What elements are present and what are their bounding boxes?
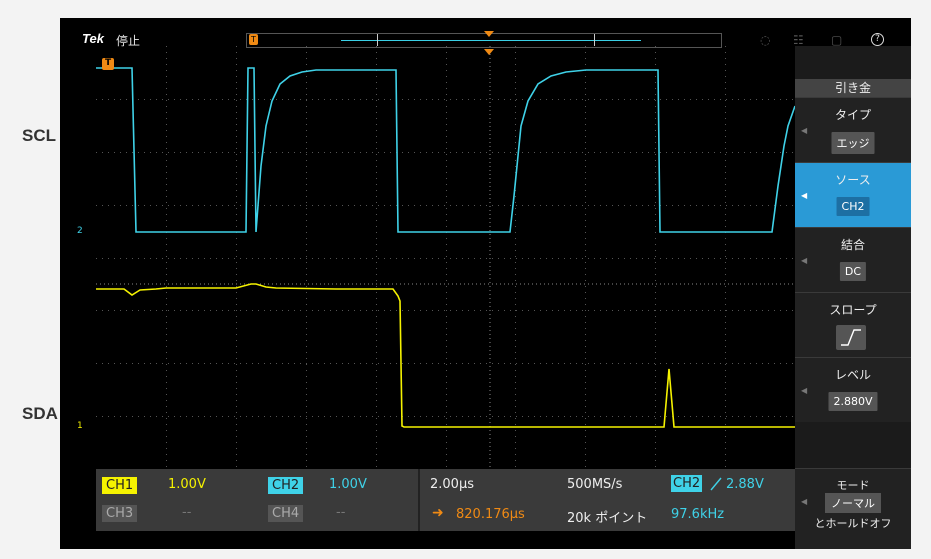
scl-label: SCL (22, 126, 56, 145)
mode-label: モード (836, 479, 870, 492)
menu-item-source[interactable]: ◀ ソース CH2 (795, 162, 911, 227)
mode-sub-label: とホールドオフ (814, 517, 892, 530)
ch4-scale: -- (336, 505, 346, 520)
trigger-side-menu: 引き金 ◀ タイプ エッジ ◀ ソース CH2 ◀ 結合 DC スロープ ◀ レ… (795, 46, 911, 549)
channel-markers (102, 49, 494, 70)
menu-item-value: DC (839, 262, 867, 281)
sda-label: SDA (22, 404, 58, 423)
readout-divider (418, 469, 420, 531)
trigger-time-marker-icon[interactable] (484, 49, 494, 55)
menu-item-type[interactable]: ◀ タイプ エッジ (795, 97, 911, 162)
ch1-waveform (96, 283, 795, 428)
ch4-button[interactable]: CH4 (268, 505, 304, 522)
chevron-left-icon: ◀ (801, 386, 808, 395)
oscilloscope-screen: Tek 停止 T ◌ ☷ ▢ ? 2 1 T 引き金 ◀ タイプ エッジ ◀ ソ… (60, 18, 911, 549)
sample-rate-readout: 500MS/s (567, 477, 623, 492)
ch2-waveform (96, 67, 795, 233)
trigger-source-badge[interactable]: CH2 (671, 475, 703, 492)
menu-item-value: エッジ (831, 132, 875, 154)
wifi-icon[interactable]: ◌ (760, 33, 770, 47)
ch1-marker-label: 1 (77, 421, 83, 431)
menu-item-value: 2.880V (828, 392, 878, 411)
menu-item-coupling[interactable]: ◀ 結合 DC (795, 227, 911, 292)
menu-item-level[interactable]: ◀ レベル 2.880V (795, 357, 911, 422)
ch3-scale: -- (182, 505, 192, 520)
ch2-scale[interactable]: 1.00V (329, 477, 367, 492)
ch2-button[interactable]: CH2 (268, 477, 304, 494)
trigger-level-readout[interactable]: 2.88V (726, 477, 764, 492)
menu-item-slope[interactable]: スロープ (795, 292, 911, 357)
ch1-scale[interactable]: 1.00V (168, 477, 206, 492)
chevron-left-icon: ◀ (801, 497, 808, 506)
trigger-marker-label: T (105, 58, 112, 68)
chevron-left-icon: ◀ (801, 126, 808, 135)
graticule-grid (96, 46, 795, 469)
menu-item-label: レベル (834, 368, 871, 382)
readout-bar: CH1 1.00V CH2 1.00V CH3 -- CH4 -- 2.00µs… (96, 469, 795, 531)
ch3-button[interactable]: CH3 (102, 505, 138, 522)
trigger-point-marker-icon (484, 31, 494, 37)
timebase-readout[interactable]: 2.00µs (430, 477, 474, 492)
waveform-svg (96, 46, 795, 469)
menu-item-label: ソース (835, 173, 871, 187)
menu-item-label: 結合 (840, 238, 865, 252)
menu-item-label: タイプ (834, 108, 871, 122)
menu-title: 引き金 (795, 79, 911, 97)
save-icon[interactable]: ▢ (831, 33, 842, 47)
menu-item-mode[interactable]: ◀ モード ノーマル とホールドオフ (795, 468, 911, 549)
ch1-button[interactable]: CH1 (102, 477, 138, 494)
waveform-display[interactable]: 2 1 T (77, 46, 795, 469)
chevron-left-icon: ◀ (801, 191, 808, 200)
frequency-readout: 97.6kHz (671, 507, 725, 522)
ch2-marker-label: 2 (77, 226, 83, 236)
horizontal-position-arrow-icon: ➜ (432, 505, 444, 521)
mode-value: ノーマル (825, 493, 881, 513)
tek-logo: Tek (82, 31, 104, 46)
rising-edge-icon (836, 325, 866, 350)
menu-item-value: CH2 (836, 197, 870, 216)
status-bar: Tek 停止 T ◌ ☷ ▢ ? (60, 18, 911, 48)
record-length-readout[interactable]: 20k ポイント (567, 507, 647, 526)
help-icon[interactable]: ? (871, 33, 884, 46)
chevron-left-icon: ◀ (801, 256, 808, 265)
horizontal-position-readout[interactable]: 820.176µs (456, 507, 525, 522)
menu-item-label: スロープ (829, 303, 877, 317)
network-icon[interactable]: ☷ (793, 33, 804, 47)
trigger-position-icon: T (249, 34, 258, 45)
trigger-slope-icon (710, 477, 722, 491)
